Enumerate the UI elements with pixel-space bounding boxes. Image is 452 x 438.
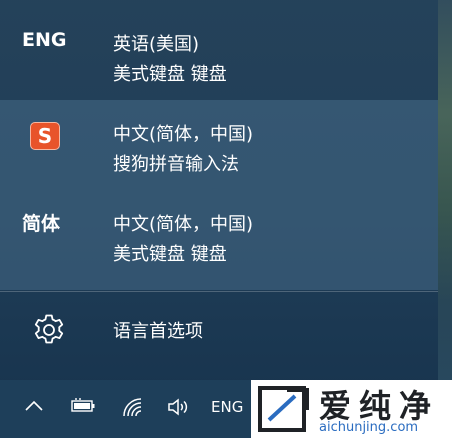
- input-language-flyout: ENG 英语(美国) 美式键盘 键盘 S 中文(简体，中国) 搜狗拼音输入法 简…: [0, 0, 438, 380]
- wallpaper-edge: [438, 0, 452, 380]
- site-logo-icon: [258, 386, 309, 432]
- language-badge-simplified: 简体: [22, 213, 61, 235]
- speaker-icon[interactable]: [167, 397, 191, 417]
- desktop: ENG 英语(美国) 美式键盘 键盘 S 中文(简体，中国) 搜狗拼音输入法 简…: [0, 0, 452, 438]
- watermark-url: aichunjing.com: [319, 420, 419, 435]
- language-item-english[interactable]: ENG 英语(美国) 美式键盘 键盘: [0, 0, 438, 100]
- keyboard-name: 美式键盘 键盘: [113, 244, 227, 265]
- language-name: 中文(简体，中国): [113, 124, 254, 145]
- wifi-icon[interactable]: [121, 396, 145, 418]
- input-language-indicator[interactable]: ENG: [211, 398, 243, 416]
- battery-icon[interactable]: [70, 397, 98, 415]
- keyboard-name: 搜狗拼音输入法: [113, 154, 239, 175]
- keyboard-name: 美式键盘 键盘: [113, 64, 227, 85]
- site-watermark: 爱纯净 aichunjing.com: [251, 380, 452, 438]
- language-badge-eng: ENG: [22, 29, 67, 51]
- chevron-up-icon[interactable]: [24, 399, 44, 413]
- language-item-chinese-us-keyboard[interactable]: 简体 中文(简体，中国) 美式键盘 键盘: [0, 190, 438, 290]
- gear-icon: [34, 314, 64, 344]
- preferences-label: 语言首选项: [113, 321, 203, 342]
- language-name: 英语(美国): [113, 34, 200, 55]
- language-item-chinese-sogou[interactable]: S 中文(简体，中国) 搜狗拼音输入法: [0, 100, 438, 190]
- language-name: 中文(简体，中国): [113, 214, 254, 235]
- sogou-icon: S: [30, 122, 60, 150]
